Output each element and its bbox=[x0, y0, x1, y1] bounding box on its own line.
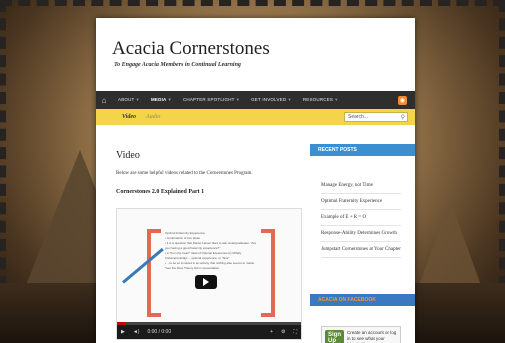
search-input[interactable]: Search... ⚲ bbox=[344, 112, 408, 122]
nav-item-resources[interactable]: RESOURCES ▾ bbox=[297, 97, 344, 103]
subnav-item-audio[interactable]: Audio bbox=[136, 114, 160, 120]
subnav-item-video[interactable]: Video bbox=[96, 114, 136, 120]
search-icon[interactable]: ⚲ bbox=[401, 114, 405, 121]
nav-item-chapter-spotlight[interactable]: CHAPTER SPOTLIGHT ▾ bbox=[177, 97, 245, 103]
facebook-widget: Sign Up Create an account or log in to s… bbox=[321, 326, 401, 343]
slide-bracket-left bbox=[147, 229, 161, 317]
recent-posts-heading: RECENT POSTS bbox=[310, 144, 415, 156]
chevron-down-icon: ▾ bbox=[335, 97, 338, 102]
list-item[interactable]: Optimal Fraternity Experience bbox=[321, 194, 401, 210]
slide-text: Optimal Fraternity Experience • combinat… bbox=[165, 231, 257, 270]
chevron-down-icon: ▾ bbox=[236, 97, 240, 102]
video-time: 0:00 / 0:00 bbox=[147, 329, 172, 335]
site-title[interactable]: Acacia Cornerstones bbox=[112, 38, 270, 60]
sub-nav: Video Audio Search... ⚲ bbox=[96, 109, 415, 125]
nav-item-about[interactable]: ABOUT ▾ bbox=[112, 97, 145, 103]
list-item[interactable]: Jumpstart Cornerstones at Your Chapter bbox=[321, 242, 401, 258]
video-progress-bar[interactable] bbox=[117, 322, 301, 325]
add-icon[interactable]: + bbox=[266, 329, 277, 335]
video-controls: ▶ ◄) 0:00 / 0:00 + ⚙ ⛶ bbox=[117, 322, 301, 339]
facebook-heading: ACACIA ON FACEBOOK bbox=[310, 294, 415, 306]
main-nav: ⌂ ABOUT ▾ MEDIA ▾ CHAPTER SPOTLIGHT ▾ GET I… bbox=[96, 91, 415, 109]
chevron-down-icon: ▾ bbox=[288, 97, 291, 102]
play-button[interactable] bbox=[195, 275, 217, 289]
volume-icon[interactable]: ◄) bbox=[129, 329, 144, 335]
list-item[interactable]: Example of E + R = O bbox=[321, 210, 401, 226]
list-item[interactable]: Manage Energy, not Time bbox=[321, 178, 401, 194]
video-progress-fill bbox=[117, 322, 127, 325]
rss-icon[interactable]: ◉ bbox=[398, 95, 407, 105]
slide-bracket-right bbox=[261, 229, 275, 317]
video-title: Cornerstones 2.0 Explained Part 1 bbox=[116, 189, 205, 195]
home-icon[interactable]: ⌂ bbox=[96, 91, 112, 109]
site-tagline: To Engage Acacia Members in Continual Le… bbox=[114, 62, 241, 68]
nav-item-media[interactable]: MEDIA ▾ bbox=[145, 97, 177, 103]
search-placeholder: Search... bbox=[348, 114, 369, 120]
fullscreen-icon[interactable]: ⛶ bbox=[289, 329, 301, 335]
chevron-down-icon: ▾ bbox=[168, 97, 171, 102]
nav-item-get-involved[interactable]: GET INVOLVED ▾ bbox=[245, 97, 297, 103]
list-item[interactable]: Response-Ability Determines Growth bbox=[321, 226, 401, 242]
video-player[interactable]: Optimal Fraternity Experience • combinat… bbox=[116, 208, 302, 340]
page-title: Video bbox=[116, 150, 140, 161]
settings-icon[interactable]: ⚙ bbox=[277, 329, 289, 335]
facebook-signup-button[interactable]: Sign Up bbox=[325, 330, 344, 343]
recent-posts-list: Manage Energy, not Time Optimal Fraterni… bbox=[321, 178, 401, 258]
web-page: Acacia Cornerstones To Engage Acacia Mem… bbox=[96, 18, 415, 343]
play-icon[interactable]: ▶ bbox=[117, 329, 129, 335]
intro-text: Below are some helpful videos related to… bbox=[116, 171, 253, 176]
chevron-down-icon: ▾ bbox=[136, 97, 139, 102]
facebook-text: Create an account or log in to see what … bbox=[347, 330, 397, 343]
